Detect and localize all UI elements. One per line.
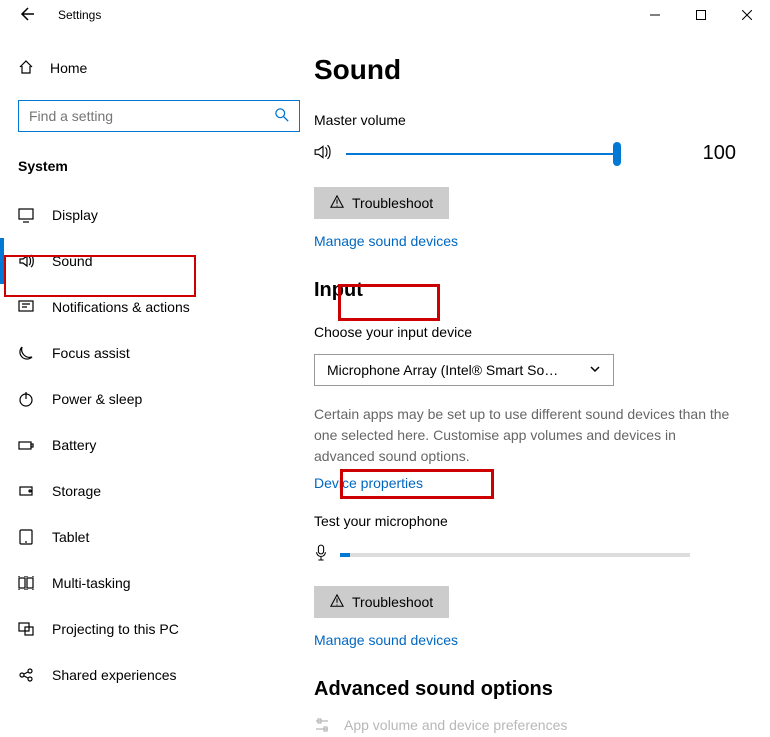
mic-level-bar <box>340 553 690 557</box>
sidebar: Home System Display Sound Notifications … <box>0 30 310 737</box>
sidebar-item-label: Storage <box>52 483 101 499</box>
sidebar-item-focus[interactable]: Focus assist <box>18 330 310 376</box>
test-mic-label: Test your microphone <box>314 513 746 529</box>
home-nav[interactable]: Home <box>18 54 310 82</box>
dropdown-value: Microphone Array (Intel® Smart So… <box>327 362 558 378</box>
sidebar-item-label: Display <box>52 207 98 223</box>
sidebar-item-label: Tablet <box>52 529 89 545</box>
manage-output-devices-link[interactable]: Manage sound devices <box>314 233 746 249</box>
input-device-dropdown[interactable]: Microphone Array (Intel® Smart So… <box>314 354 614 386</box>
search-field[interactable] <box>29 108 275 124</box>
device-properties-link[interactable]: Device properties <box>314 475 746 491</box>
focus-icon <box>18 345 34 361</box>
slider-thumb[interactable] <box>613 142 621 166</box>
storage-icon <box>18 483 34 499</box>
input-section-title: Input <box>314 279 363 302</box>
sidebar-item-label: Shared experiences <box>52 667 177 683</box>
tablet-icon <box>18 529 34 545</box>
master-volume-label: Master volume <box>314 112 746 128</box>
sidebar-item-label: Focus assist <box>52 345 130 361</box>
display-icon <box>18 207 34 223</box>
choose-input-label: Choose your input device <box>314 324 746 340</box>
sidebar-item-battery[interactable]: Battery <box>18 422 310 468</box>
microphone-icon <box>314 543 328 566</box>
sidebar-item-display[interactable]: Display <box>18 192 310 238</box>
home-icon <box>18 59 34 78</box>
warning-icon <box>330 594 344 611</box>
minimize-button[interactable] <box>632 0 678 30</box>
sidebar-item-notifications[interactable]: Notifications & actions <box>18 284 310 330</box>
sidebar-item-label: Projecting to this PC <box>52 621 179 637</box>
power-icon <box>18 391 34 407</box>
battery-icon <box>18 437 34 453</box>
section-header: System <box>18 158 310 174</box>
sidebar-item-label: Multi-tasking <box>52 575 131 591</box>
sidebar-item-sound[interactable]: Sound <box>18 238 310 284</box>
home-label: Home <box>50 60 87 76</box>
titlebar: Settings <box>0 0 770 30</box>
main-panel: Sound Master volume 100 Troubleshoot Man… <box>310 30 770 737</box>
shared-icon <box>18 667 34 683</box>
troubleshoot-input-button[interactable]: Troubleshoot <box>314 586 449 618</box>
multitasking-icon <box>18 575 34 591</box>
manage-input-devices-link[interactable]: Manage sound devices <box>314 632 746 648</box>
warning-icon <box>330 195 344 212</box>
input-help-text: Certain apps may be set up to use differ… <box>314 404 734 467</box>
notifications-icon <box>18 299 34 315</box>
advanced-section-title: Advanced sound options <box>314 678 746 701</box>
sidebar-item-label: Notifications & actions <box>52 299 190 315</box>
sidebar-item-label: Sound <box>52 253 92 269</box>
sidebar-item-shared[interactable]: Shared experiences <box>18 652 310 698</box>
sidebar-item-projecting[interactable]: Projecting to this PC <box>18 606 310 652</box>
volume-slider[interactable] <box>346 153 618 155</box>
page-title: Sound <box>314 54 746 86</box>
window-title: Settings <box>58 8 101 22</box>
volume-value: 100 <box>703 142 736 165</box>
button-label: Troubleshoot <box>352 594 433 610</box>
slider-icon <box>314 717 330 733</box>
maximize-button[interactable] <box>678 0 724 30</box>
projecting-icon <box>18 621 34 637</box>
speaker-icon <box>314 143 332 164</box>
back-button[interactable] <box>18 6 34 25</box>
sidebar-item-label: Battery <box>52 437 96 453</box>
sidebar-item-power[interactable]: Power & sleep <box>18 376 310 422</box>
troubleshoot-output-button[interactable]: Troubleshoot <box>314 187 449 219</box>
close-button[interactable] <box>724 0 770 30</box>
sidebar-item-storage[interactable]: Storage <box>18 468 310 514</box>
app-volume-row[interactable]: App volume and device preferences <box>314 717 746 733</box>
search-input[interactable] <box>18 100 300 132</box>
chevron-down-icon <box>589 362 601 378</box>
sidebar-item-label: Power & sleep <box>52 391 142 407</box>
app-volume-label: App volume and device preferences <box>344 717 567 733</box>
sound-icon <box>18 253 34 269</box>
search-icon <box>275 108 289 125</box>
button-label: Troubleshoot <box>352 195 433 211</box>
sidebar-item-tablet[interactable]: Tablet <box>18 514 310 560</box>
sidebar-item-multitasking[interactable]: Multi-tasking <box>18 560 310 606</box>
